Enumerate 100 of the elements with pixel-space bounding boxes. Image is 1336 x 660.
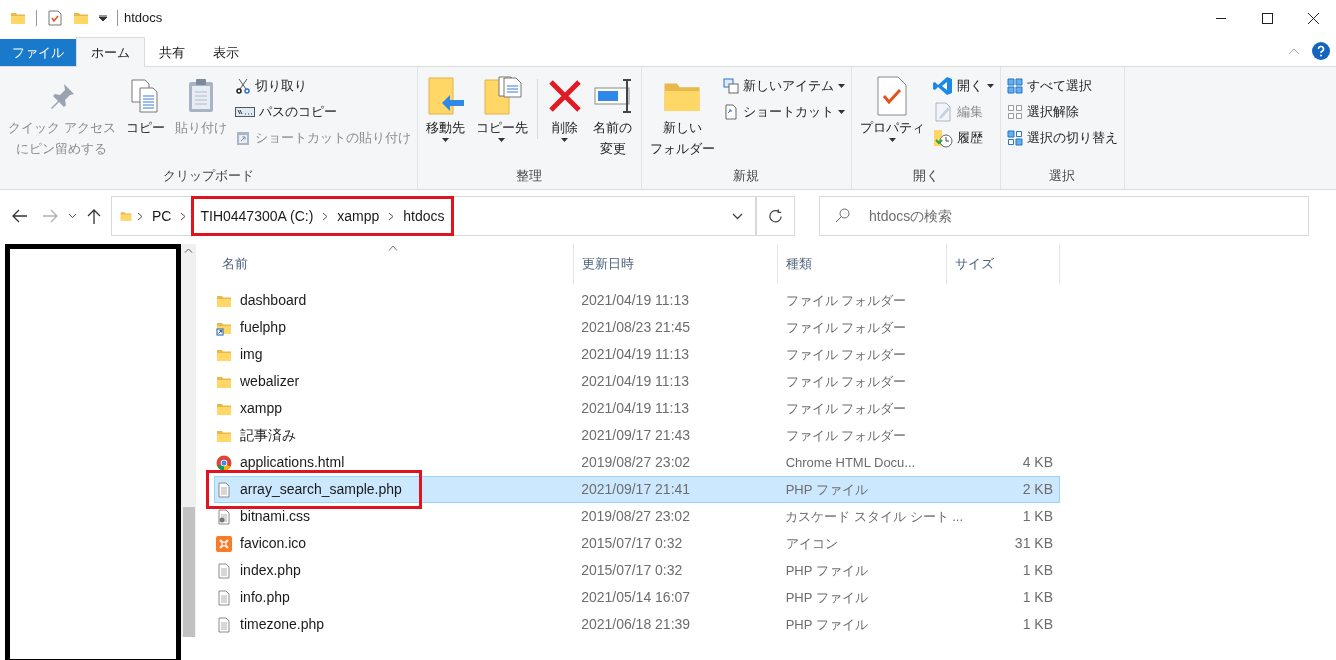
group-label: 開く <box>911 166 940 185</box>
file-row[interactable]: timezone.php 2021/06/18 21:39 PHP ファイル 1 KB <box>214 611 1060 638</box>
chevron-right-icon <box>180 211 187 221</box>
folder-copy-icon <box>481 76 522 116</box>
dropdown-chevron-icon[interactable] <box>732 212 743 220</box>
recent-chevron-icon[interactable] <box>68 213 77 219</box>
group-label: 選択 <box>1048 166 1077 185</box>
ribbon-button[interactable]: 名前の 変更 <box>588 73 637 159</box>
file-name: fuelphp <box>240 318 286 337</box>
file-tab[interactable]: ファイル <box>0 39 76 66</box>
modified-date: 2021/04/19 11:13 <box>581 373 690 389</box>
new-folder-icon <box>73 10 89 26</box>
caret-icon <box>888 138 896 142</box>
ribbon-button[interactable]: 新しいアイテム <box>722 75 845 97</box>
file-type: PHP ファイル <box>785 481 868 497</box>
file-size: 4 KB <box>1022 453 1053 472</box>
document-icon <box>216 589 232 606</box>
ribbon-button[interactable]: 選択の切り替え <box>1006 127 1118 149</box>
chevron-right-icon <box>322 211 329 221</box>
file-row[interactable]: 記事済み 2021/09/17 21:43 ファイル フォルダー <box>214 422 1060 449</box>
file-type: アイコン <box>785 535 838 551</box>
ribbon-button[interactable]: コピー <box>121 73 169 138</box>
file-row[interactable]: index.php 2015/07/17 0:32 PHP ファイル 1 KB <box>214 557 1060 584</box>
properties-check-icon[interactable] <box>47 10 63 26</box>
help-icon[interactable] <box>1312 42 1330 60</box>
file-type: Chrome HTML Docu... <box>785 454 916 470</box>
search-field[interactable]: htdocsの検索 <box>819 196 1309 236</box>
caret-icon <box>498 138 506 142</box>
ribbon-button[interactable]: 開く <box>932 75 994 97</box>
refresh-icon <box>768 208 783 224</box>
folder-arrow-icon <box>425 76 466 116</box>
column-header[interactable]: サイズ <box>955 254 994 274</box>
breadcrumb-segment[interactable]: htdocs <box>399 205 449 227</box>
ribbon-button[interactable]: 削除 <box>542 73 587 142</box>
file-name: bitnami.css <box>240 507 311 526</box>
file-type: ファイル フォルダー <box>785 400 907 416</box>
ribbon-tab[interactable]: ホーム <box>76 37 145 67</box>
file-row[interactable]: bitnami.css 2019/08/27 23:02 カスケード スタイル シート ... 1 KB <box>214 503 1060 530</box>
ribbon-button[interactable]: プロパティ <box>855 73 929 142</box>
address-field[interactable]: PC TIH0447300A (C:) xampp htdocs <box>111 196 757 236</box>
rename-field-icon <box>592 76 633 116</box>
collapse-chevron-icon[interactable] <box>1288 47 1300 55</box>
modified-date: 2015/07/17 0:32 <box>581 562 683 578</box>
file-row[interactable]: array_search_sample.php 2021/09/17 21:41 PHP ファイル 2 KB <box>214 476 1060 503</box>
search-icon <box>835 208 850 223</box>
group-label: 新規 <box>732 166 761 185</box>
file-row[interactable]: webalizer 2021/04/19 11:13 ファイル フォルダー <box>214 368 1060 395</box>
file-size: 1 KB <box>1022 561 1053 580</box>
file-name: img <box>240 345 263 364</box>
modified-date: 2021/04/19 11:13 <box>581 346 690 362</box>
up-arrow-icon[interactable] <box>87 208 101 224</box>
file-row[interactable]: favicon.ico 2015/07/17 0:32 アイコン 31 KB <box>214 530 1060 557</box>
maximize-icon <box>1261 12 1273 24</box>
ribbon-button[interactable]: すべて選択 <box>1006 75 1118 97</box>
file-row[interactable]: fuelphp 2021/08/23 21:45 ファイル フォルダー <box>214 314 1060 341</box>
path-icon <box>234 104 255 120</box>
breadcrumb-segment[interactable]: PC <box>148 205 176 227</box>
file-type: PHP ファイル <box>785 562 868 578</box>
file-size: 31 KB <box>1014 534 1053 553</box>
back-arrow-icon[interactable] <box>12 209 28 223</box>
file-name: favicon.ico <box>240 534 307 553</box>
file-row[interactable]: info.php 2021/05/14 16:07 PHP ファイル 1 KB <box>214 584 1060 611</box>
file-name: info.php <box>240 588 290 607</box>
ribbon-button[interactable]: パスのコピー <box>234 101 411 123</box>
stylesheet-file-icon <box>216 508 232 525</box>
file-name: webalizer <box>240 372 300 391</box>
ribbon-tab[interactable]: 表示 <box>199 39 253 66</box>
minimize-icon <box>1216 17 1226 19</box>
customize-caret-icon[interactable] <box>99 15 107 21</box>
file-row[interactable]: xampp 2021/04/19 11:13 ファイル フォルダー <box>214 395 1060 422</box>
scrollbar-thumb[interactable] <box>182 507 195 637</box>
ribbon-button[interactable]: 選択解除 <box>1006 101 1118 123</box>
caret-icon <box>442 138 450 142</box>
forward-arrow-icon[interactable] <box>42 209 58 223</box>
ribbon-button[interactable]: 切り取り <box>234 75 411 97</box>
scrollbar[interactable] <box>181 244 196 637</box>
column-header[interactable]: 更新日時 <box>582 254 634 274</box>
breadcrumb-segment[interactable]: TIH0447300A (C:) <box>196 205 318 227</box>
ribbon-button[interactable]: ショートカット <box>722 101 845 123</box>
breadcrumb-segment[interactable]: xampp <box>333 205 384 227</box>
ribbon-button[interactable]: コピー先 <box>471 73 532 142</box>
column-header[interactable]: 種類 <box>786 254 812 274</box>
refresh-button[interactable] <box>757 196 795 236</box>
shortcut-icon <box>722 104 739 120</box>
modified-date: 2021/06/18 21:39 <box>581 616 691 632</box>
document-icon <box>216 481 232 498</box>
caret-icon <box>837 84 845 88</box>
ribbon-tab[interactable]: 共有 <box>145 39 199 66</box>
group-label: クリップボード <box>161 166 255 185</box>
file-row[interactable]: applications.html 2019/08/27 23:02 Chrome HTML Docu... 4 KB <box>214 449 1060 476</box>
ribbon-button[interactable]: 移動先 <box>421 73 470 142</box>
ribbon-button[interactable]: 履歴 <box>932 127 994 149</box>
file-type: PHP ファイル <box>785 616 868 632</box>
file-row[interactable]: dashboard 2021/04/19 11:13 ファイル フォルダー <box>214 287 1060 314</box>
file-type: カスケード スタイル シート ... <box>785 508 963 524</box>
column-header[interactable]: 名前 <box>222 254 248 274</box>
group-label: 整理 <box>515 166 544 185</box>
file-row[interactable]: img 2021/04/19 11:13 ファイル フォルダー <box>214 341 1060 368</box>
file-size: 1 KB <box>1022 615 1053 634</box>
ribbon-button[interactable]: 新しい フォルダー <box>645 73 719 159</box>
